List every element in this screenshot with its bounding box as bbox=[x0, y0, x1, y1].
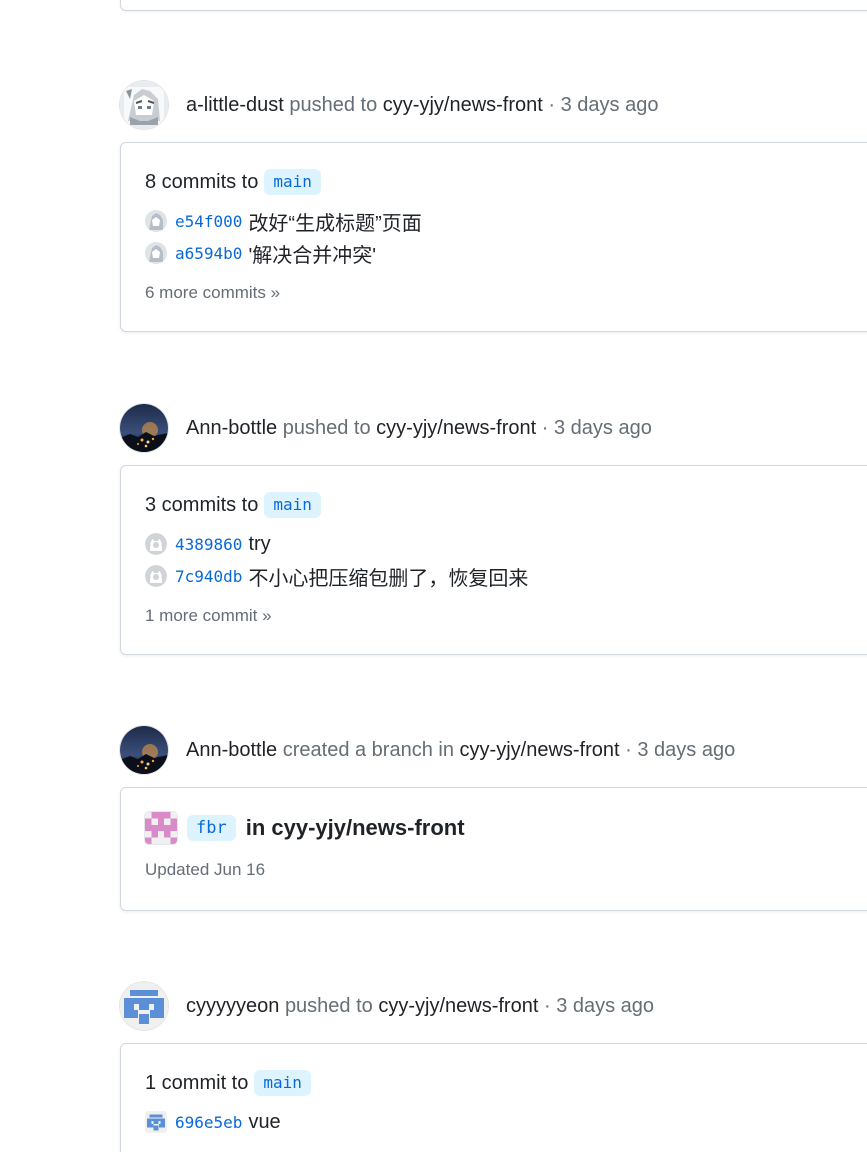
more-commits-link[interactable]: 1 more commit » bbox=[145, 606, 867, 626]
event-header: Ann-bottle created a branch in cyy-yjy/n… bbox=[120, 725, 867, 775]
actor-name[interactable]: Ann-bottle bbox=[186, 739, 277, 762]
manga-avatar-icon bbox=[120, 81, 168, 129]
commit-message: try bbox=[248, 532, 271, 555]
commit-count-text: 3 commits to bbox=[145, 493, 259, 516]
committer-avatar-icon[interactable] bbox=[145, 242, 167, 264]
event-time[interactable]: 3 days ago bbox=[556, 995, 654, 1018]
night-city-avatar-icon bbox=[120, 404, 168, 452]
commit-count-text: 8 commits to bbox=[145, 170, 259, 193]
commit-message: 改好“生成标题”页面 bbox=[248, 212, 422, 235]
commit-message: 不小心把压缩包删了，恢复回来 bbox=[248, 567, 529, 590]
feed-event-create-branch: Ann-bottle created a branch in cyy-yjy/n… bbox=[120, 725, 867, 911]
previous-event-card bbox=[120, 0, 867, 11]
actor-avatar-ann-bottle[interactable] bbox=[120, 726, 168, 774]
feed-event-push: a-little-dust pushed to cyy-yjy/news-fro… bbox=[120, 80, 867, 332]
commit-message: '解决合并冲突' bbox=[248, 244, 377, 267]
blue-identicon-avatar-icon bbox=[120, 982, 168, 1030]
commit-row: a6594b0 '解决合并冲突' bbox=[145, 237, 867, 269]
updated-text: Updated Jun 16 bbox=[145, 860, 266, 879]
event-header: cyyyyyeon pushed to cyy-yjy/news-front ·… bbox=[120, 981, 867, 1031]
commit-sha-link[interactable]: 696e5eb bbox=[175, 1113, 242, 1132]
separator-dot: · bbox=[541, 416, 549, 439]
commit-sha-link[interactable]: 4389860 bbox=[175, 535, 242, 554]
actor-name[interactable]: cyyyyyeon bbox=[186, 995, 279, 1018]
event-verb: created a branch in bbox=[282, 738, 454, 761]
branch-repo-text[interactable]: in cyy-yjy/news-front bbox=[246, 815, 465, 841]
commit-list: e54f000 改好“生成标题”页面 a6594b0 '解决合并冲突' bbox=[145, 205, 867, 269]
repo-link[interactable]: cyy-yjy/news-front bbox=[378, 995, 538, 1018]
actor-name[interactable]: a-little-dust bbox=[186, 94, 284, 117]
event-time[interactable]: 3 days ago bbox=[637, 739, 735, 762]
event-time[interactable]: 3 days ago bbox=[554, 417, 652, 440]
separator-dot: · bbox=[543, 994, 551, 1017]
commit-sha-link[interactable]: a6594b0 bbox=[175, 244, 242, 263]
repo-link[interactable]: cyy-yjy/news-front bbox=[383, 94, 543, 117]
actor-avatar-cyyyyyeon[interactable] bbox=[120, 982, 168, 1030]
commit-summary: 3 commits to main bbox=[145, 490, 867, 520]
repo-identicon-icon[interactable] bbox=[145, 812, 177, 844]
event-verb: pushed to bbox=[282, 416, 371, 439]
event-header: Ann-bottle pushed to cyy-yjy/news-front … bbox=[120, 403, 867, 453]
commit-list: 696e5eb vue bbox=[145, 1106, 867, 1138]
event-card: 1 commit to main 696e5eb vue bbox=[120, 1043, 867, 1152]
feed-event-push: cyyyyyeon pushed to cyy-yjy/news-front ·… bbox=[120, 981, 867, 1152]
event-header: a-little-dust pushed to cyy-yjy/news-fro… bbox=[120, 80, 867, 130]
committer-identicon-icon[interactable] bbox=[145, 1111, 167, 1133]
separator-dot: · bbox=[625, 738, 632, 761]
actor-avatar-a-little-dust[interactable] bbox=[120, 81, 168, 129]
branch-line: fbr in cyy-yjy/news-front bbox=[145, 810, 867, 846]
event-card: 3 commits to main 4389860 try 7c940db 不小… bbox=[120, 465, 867, 655]
commit-row: 7c940db 不小心把压缩包删了，恢复回来 bbox=[145, 560, 867, 592]
night-city-avatar-icon bbox=[120, 726, 168, 774]
branch-pill[interactable]: main bbox=[264, 492, 321, 518]
commit-message: vue bbox=[248, 1110, 281, 1133]
branch-pill[interactable]: fbr bbox=[187, 815, 236, 841]
github-default-avatar-icon[interactable] bbox=[145, 533, 167, 555]
commit-list: 4389860 try 7c940db 不小心把压缩包删了，恢复回来 bbox=[145, 528, 867, 592]
more-commits-link[interactable]: 6 more commits » bbox=[145, 283, 867, 303]
branch-pill[interactable]: main bbox=[264, 169, 321, 195]
separator-dot: · bbox=[548, 93, 556, 116]
commit-row: 4389860 try bbox=[145, 528, 867, 560]
event-card: fbr in cyy-yjy/news-front Updated Jun 16 bbox=[120, 787, 867, 911]
commit-sha-link[interactable]: 7c940db bbox=[175, 567, 242, 586]
commit-summary: 8 commits to main bbox=[145, 167, 867, 197]
repo-link[interactable]: cyy-yjy/news-front bbox=[460, 739, 620, 762]
commit-summary: 1 commit to main bbox=[145, 1068, 867, 1098]
commit-row: 696e5eb vue bbox=[145, 1106, 867, 1138]
event-time[interactable]: 3 days ago bbox=[561, 94, 659, 117]
event-card: 8 commits to main e54f000 改好“生成标题”页面 a65… bbox=[120, 142, 867, 332]
github-default-avatar-icon[interactable] bbox=[145, 565, 167, 587]
feed-event-push: Ann-bottle pushed to cyy-yjy/news-front … bbox=[120, 403, 867, 655]
activity-feed: a-little-dust pushed to cyy-yjy/news-fro… bbox=[0, 0, 867, 1152]
actor-name[interactable]: Ann-bottle bbox=[186, 417, 277, 440]
committer-avatar-icon[interactable] bbox=[145, 210, 167, 232]
commit-row: e54f000 改好“生成标题”页面 bbox=[145, 205, 867, 237]
commit-sha-link[interactable]: e54f000 bbox=[175, 212, 242, 231]
actor-avatar-ann-bottle[interactable] bbox=[120, 404, 168, 452]
branch-pill[interactable]: main bbox=[254, 1070, 311, 1096]
event-verb: pushed to bbox=[284, 994, 373, 1017]
commit-count-text: 1 commit to bbox=[145, 1071, 249, 1094]
event-verb: pushed to bbox=[289, 93, 378, 116]
repo-link[interactable]: cyy-yjy/news-front bbox=[376, 417, 536, 440]
